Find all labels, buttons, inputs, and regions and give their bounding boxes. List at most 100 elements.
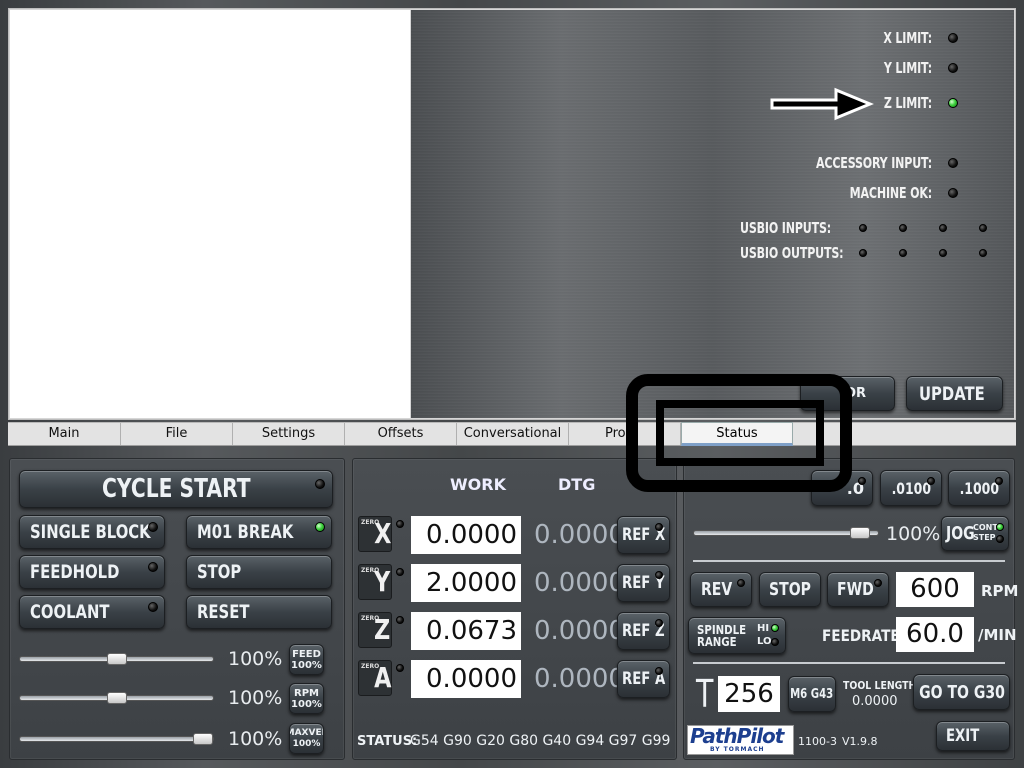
maxvel-override-slider[interactable] (19, 733, 214, 745)
cycle-start-button[interactable]: CYCLE START (19, 470, 333, 508)
jog-step-2-led (995, 477, 1003, 485)
spindle-fwd-label: FWD (837, 579, 874, 600)
spindle-rev-label: REV (701, 579, 733, 600)
spindle-fwd-button[interactable]: FWD (827, 572, 889, 607)
feedhold-label: FEEDHOLD (30, 561, 120, 583)
feed-override-reset-button[interactable]: FEED 100% (289, 644, 324, 675)
zero-z-button[interactable]: ZERO Z (358, 612, 392, 648)
spindle-range-label: SPINDLE RANGE (697, 624, 746, 648)
tab-file[interactable]: File (121, 423, 233, 445)
ref-z-button[interactable]: REF Z (617, 612, 670, 650)
coolant-button[interactable]: COOLANT (19, 595, 165, 629)
exit-label: EXIT (946, 726, 980, 746)
axis-x-led (396, 520, 404, 528)
version-label: V1.9.8 (842, 735, 878, 748)
pathpilot-logo-subtext: BY TORMACH (710, 746, 765, 753)
rpm-override-pct: 100% (228, 687, 283, 709)
tool-letter: T (696, 672, 714, 716)
zero-label: ZERO (361, 519, 380, 526)
coolant-led (148, 602, 158, 612)
ref-x-button[interactable]: REF X (617, 516, 670, 554)
ref-y-button[interactable]: REF Y (617, 564, 670, 602)
single-block-label: SINGLE BLOCK (30, 521, 151, 543)
exit-button[interactable]: EXIT (936, 721, 1010, 751)
jog-mode-button[interactable]: JOG CONT STEP (941, 516, 1009, 551)
rpm-input[interactable]: 600 (896, 572, 974, 607)
reset-button[interactable]: RESET (186, 595, 332, 629)
ref-a-button[interactable]: REF A (617, 660, 670, 698)
work-a-value[interactable]: 0.0000 (411, 660, 521, 698)
work-y-value[interactable]: 2.0000 (411, 564, 521, 602)
accessory-input-led (948, 158, 958, 168)
update-button[interactable]: UPDATE (906, 376, 1003, 411)
feedhold-button[interactable]: FEEDHOLD (19, 555, 165, 589)
feedhold-led (148, 562, 158, 572)
reset-label: RESET (197, 601, 250, 623)
axis-y-label: Y (374, 565, 391, 598)
jog-step-1-label: .0100 (891, 478, 931, 498)
usbio-inputs-label: USBIO INPUTS: (740, 219, 832, 237)
arrow-annotation-icon (770, 87, 874, 121)
tool-number-input[interactable]: 256 (718, 676, 780, 712)
spindle-range-button[interactable]: SPINDLE RANGE HI LO (688, 617, 786, 654)
stop-button[interactable]: STOP (186, 555, 332, 589)
spindle-stop-button[interactable]: STOP (759, 572, 821, 607)
jog-step-2-button[interactable]: .1000 (948, 470, 1010, 506)
tab-main[interactable]: Main (8, 423, 121, 445)
rpm-unit: RPM (981, 582, 1019, 600)
maxvel-override-pct: 100% (228, 728, 283, 750)
work-x-value[interactable]: 0.0000 (411, 516, 521, 554)
m6-g43-button[interactable]: M6 G43 (788, 676, 836, 712)
feed-override-reset-label: FEED (292, 648, 321, 660)
rpm-override-reset-button[interactable]: RPM 100% (289, 683, 324, 714)
m01-break-button[interactable]: M01 BREAK (186, 515, 332, 549)
zero-x-button[interactable]: ZERO X (358, 516, 392, 552)
tool-length-value: 0.0000 (852, 694, 898, 709)
jog-speed-thumb[interactable] (850, 527, 870, 539)
zero-label: ZERO (361, 567, 380, 574)
tab-settings[interactable]: Settings (233, 423, 345, 445)
jog-mode-options: CONT STEP (973, 523, 998, 543)
go-to-g30-button[interactable]: GO TO G30 (913, 674, 1010, 710)
axis-y-led (396, 568, 404, 576)
rpm-override-reset-value: 100% (291, 698, 322, 710)
feed-override-reset-value: 100% (291, 659, 322, 671)
axis-a-label: A (374, 661, 392, 694)
feed-override-thumb[interactable] (107, 653, 127, 665)
update-button-label: UPDATE (919, 382, 985, 405)
maxvel-override-reset-button[interactable]: MAXVEL100% (289, 723, 324, 754)
rpm-override-slider[interactable] (19, 692, 214, 704)
jog-mode-label: JOG (946, 523, 975, 544)
jog-speed-slider[interactable] (693, 527, 879, 539)
dro-panel (352, 458, 677, 760)
spindle-rev-button[interactable]: REV (690, 572, 752, 607)
m01-break-label: M01 BREAK (197, 521, 294, 543)
tab-offsets[interactable]: Offsets (345, 423, 457, 445)
rpm-override-thumb[interactable] (107, 692, 127, 704)
range-hi-led (771, 624, 779, 632)
zero-a-button[interactable]: ZERO A (358, 660, 392, 696)
work-z-value[interactable]: 0.0673 (411, 612, 521, 650)
dtg-z-value: 0.0000 (534, 616, 625, 646)
zero-label: ZERO (361, 663, 380, 670)
feedrate-input[interactable]: 60.0 (896, 617, 974, 652)
tab-bar: Main File Settings Offsets Conversationa… (8, 422, 1016, 446)
ref-a-led (655, 667, 663, 675)
divider (693, 662, 1005, 664)
maxvel-override-thumb[interactable] (193, 733, 213, 745)
zero-y-button[interactable]: ZERO Y (358, 564, 392, 600)
jog-step-1-button[interactable]: .0100 (880, 470, 942, 506)
usbio-output-led (979, 249, 987, 257)
single-block-led (148, 522, 158, 532)
m01-break-led (315, 522, 325, 532)
single-block-button[interactable]: SINGLE BLOCK (19, 515, 165, 549)
feed-override-slider[interactable] (19, 653, 214, 665)
y-limit-led (948, 63, 958, 73)
machine-model: 1100-3 (798, 735, 837, 748)
range-hi-label: HI (757, 623, 770, 634)
toolpath-view[interactable] (10, 10, 410, 418)
range-lo-label: LO (757, 636, 772, 647)
ref-x-led (655, 523, 663, 531)
spindle-range-line2: RANGE (697, 634, 737, 649)
tab-conversational[interactable]: Conversational (457, 423, 569, 445)
